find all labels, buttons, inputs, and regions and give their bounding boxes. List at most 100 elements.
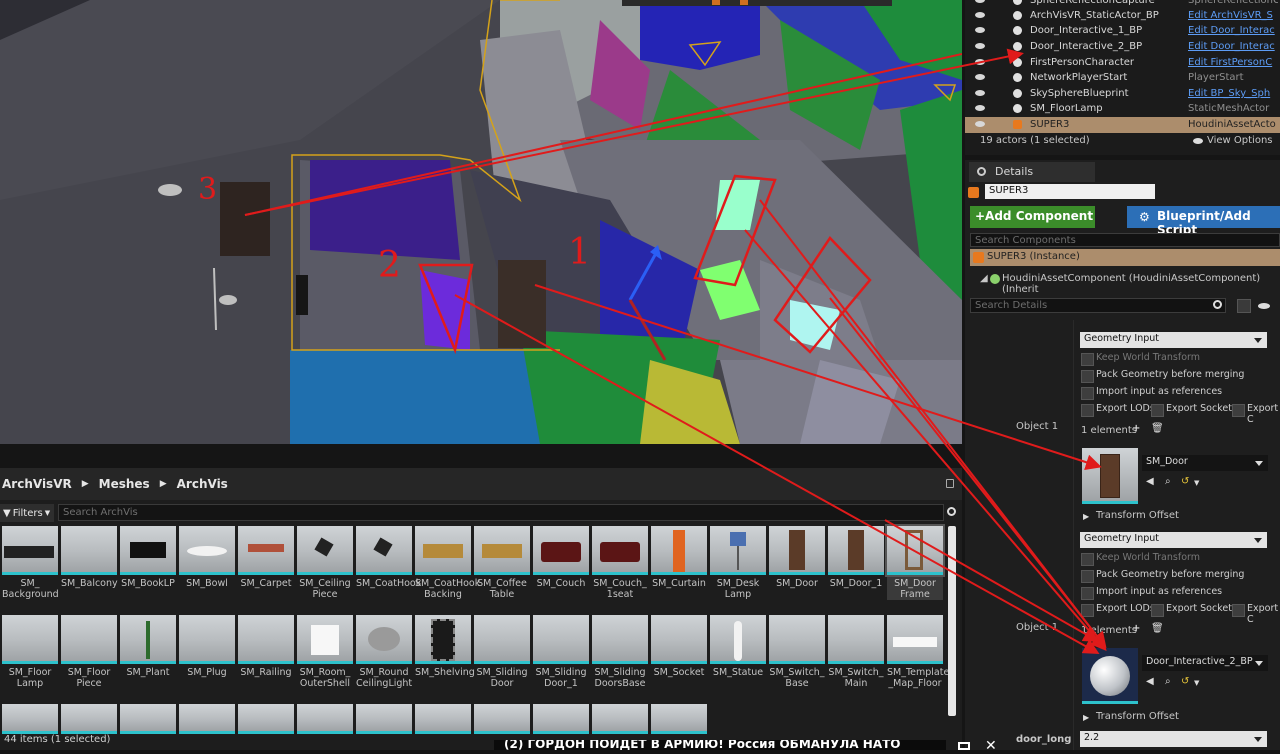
asset-tile[interactable]	[238, 704, 294, 734]
export-collision-checkbox-2[interactable]: Export C	[1231, 603, 1280, 625]
dropdown-arrow-icon[interactable]: ▼	[1194, 679, 1199, 687]
asset-tile[interactable]: SM_Shelving	[415, 615, 475, 678]
asset-tile[interactable]: SM_ Background	[2, 526, 59, 600]
import-refs-checkbox-1[interactable]: Import input as references	[1080, 386, 1222, 400]
export-sockets-checkbox-2[interactable]: Export Sockets	[1150, 603, 1237, 617]
outliner-row[interactable]: ArchVisVR_StaticActor_BP Edit ArchVisVR_S	[965, 8, 1280, 24]
pack-geometry-checkbox-2[interactable]: Pack Geometry before merging	[1080, 569, 1244, 583]
browse-icon[interactable]: ⌕	[1165, 476, 1171, 487]
asset-tile[interactable]: SM_Sliding Door	[474, 615, 530, 689]
back-arrow-icon[interactable]: ◀	[1146, 676, 1154, 687]
asset-tile[interactable]: SM_Floor Lamp	[2, 615, 58, 689]
content-search-input[interactable]: Search ArchVis	[58, 504, 944, 521]
asset-tile[interactable]: SM_Door_1	[828, 526, 884, 589]
asset-tile[interactable]: SM_Balcony	[61, 526, 118, 589]
actor-type[interactable]: Edit Door_Interac	[1188, 23, 1278, 38]
asset-tile[interactable]	[415, 704, 471, 734]
asset-tile[interactable]: SM_Bowl	[179, 526, 235, 589]
asset-tile[interactable]: SM_Socket	[651, 615, 707, 678]
asset-tile[interactable]	[2, 704, 58, 734]
door-long-input[interactable]: 2.2	[1080, 731, 1267, 747]
visibility-eye-icon[interactable]	[975, 59, 985, 65]
outliner-row[interactable]: Door_Interactive_1_BP Edit Door_Interac	[965, 23, 1280, 39]
add-element-icon[interactable]: +	[1132, 623, 1140, 634]
lock-icon[interactable]	[946, 479, 954, 488]
asset-tile[interactable]	[297, 704, 353, 734]
view-options-button[interactable]: View Options	[1207, 135, 1273, 146]
asset-tile[interactable]: SM_CoatHook	[356, 526, 421, 589]
visibility-eye-icon[interactable]	[975, 43, 985, 49]
visibility-eye-icon[interactable]	[975, 105, 985, 111]
asset-tile[interactable]: SM_Round CeilingLight	[356, 615, 412, 689]
asset-tile[interactable]: SM_Door	[769, 526, 825, 589]
crumb-archvis[interactable]: ArchVis	[177, 477, 228, 491]
miniplayer-icon[interactable]	[958, 742, 970, 750]
actor-type[interactable]: Edit Door_Interac	[1188, 39, 1278, 54]
search-icon[interactable]	[1213, 300, 1222, 309]
visibility-eye-icon[interactable]	[975, 27, 985, 33]
expand-arrow-icon[interactable]: ◢	[980, 273, 988, 284]
expand-arrow-icon[interactable]: ▶	[1083, 512, 1089, 521]
asset-tile[interactable]: SM_Room_ OuterShell	[297, 615, 353, 689]
outliner-row[interactable]: NetworkPlayerStart PlayerStart	[965, 70, 1280, 86]
asset-picker-2[interactable]: Door_Interactive_2_BP	[1142, 655, 1268, 671]
export-collision-checkbox-1[interactable]: Export C	[1231, 403, 1280, 425]
eye-icon[interactable]	[1193, 138, 1203, 144]
trash-icon[interactable]: 🗑	[1151, 423, 1164, 434]
asset-tile[interactable]: SM_Curtain	[651, 526, 707, 589]
asset-tile[interactable]: SM_BookLP	[120, 526, 176, 589]
asset-tile[interactable]: SM_Railing	[238, 615, 294, 678]
search-icon[interactable]	[947, 507, 956, 516]
grid-view-icon[interactable]	[1237, 299, 1251, 313]
close-icon[interactable]: ✕	[985, 738, 997, 754]
actor-type[interactable]: Edit ArchVisVR_S	[1188, 8, 1278, 23]
actor-type[interactable]: Edit BP_Sky_Sph	[1188, 86, 1278, 101]
outliner-row[interactable]: SUPER3 HoudiniAssetActo	[965, 117, 1280, 133]
asset-tile[interactable]: SM_Couch	[533, 526, 589, 589]
dropdown-arrow-icon[interactable]: ▼	[1194, 479, 1199, 487]
pack-geometry-checkbox-1[interactable]: Pack Geometry before merging	[1080, 369, 1244, 383]
asset-tile[interactable]: SM_Plant	[120, 615, 176, 678]
export-lods-checkbox-1[interactable]: Export LODs	[1080, 403, 1155, 417]
reset-icon[interactable]: ↺	[1181, 476, 1189, 487]
add-component-button[interactable]: +Add Component	[970, 206, 1095, 228]
asset-tile[interactable]: SM_CoatHook Backing	[415, 526, 480, 600]
blueprint-add-script-button[interactable]: ⚙ Blueprint/Add Script	[1127, 206, 1280, 237]
crumb-meshes[interactable]: Meshes	[99, 477, 150, 491]
outliner-row[interactable]: SkySphereBlueprint Edit BP_Sky_Sph	[965, 86, 1280, 102]
content-scrollbar[interactable]	[948, 526, 956, 716]
asset-tile[interactable]: SM_Floor Piece	[61, 615, 117, 689]
tab-details[interactable]: Details	[969, 162, 1095, 182]
asset-tile[interactable]: SM_Coffee Table	[474, 526, 530, 600]
asset-tile[interactable]: SM_Desk Lamp	[710, 526, 766, 600]
asset-tile[interactable]: SM_Ceiling Piece	[297, 526, 353, 600]
instance-row[interactable]: SUPER3 (Instance)	[970, 249, 1280, 266]
asset-tile[interactable]: SM_Carpet	[238, 526, 294, 589]
expand-arrow-icon[interactable]: ▶	[1083, 713, 1089, 722]
input-type-dropdown-1[interactable]: Geometry Input	[1080, 332, 1267, 348]
back-arrow-icon[interactable]: ◀	[1146, 476, 1154, 487]
asset-tile[interactable]	[120, 704, 176, 734]
keep-world-transform-checkbox-1[interactable]: Keep World Transform	[1080, 352, 1200, 366]
search-details-input[interactable]: Search Details	[970, 298, 1226, 313]
component-row[interactable]: ◢ HoudiniAssetComponent (HoudiniAssetCom…	[970, 271, 1280, 295]
asset-tile[interactable]: SM_Sliding Door_1	[533, 615, 589, 689]
crumb-archvisvr[interactable]: ArchVisVR	[2, 477, 72, 491]
outliner-row[interactable]: FirstPersonCharacter Edit FirstPersonC	[965, 55, 1280, 71]
asset-tile[interactable]: SM_Switch_ Base	[769, 615, 825, 689]
actor-type[interactable]: Edit FirstPersonC	[1188, 55, 1278, 70]
outliner-row[interactable]: Door_Interactive_2_BP Edit Door_Interac	[965, 39, 1280, 55]
asset-thumbnail-sphere[interactable]	[1082, 648, 1138, 704]
visibility-eye-icon[interactable]	[975, 74, 985, 80]
visibility-eye-icon[interactable]	[975, 121, 985, 127]
keep-world-transform-checkbox-2[interactable]: Keep World Transform	[1080, 552, 1200, 566]
reset-icon[interactable]: ↺	[1181, 676, 1189, 687]
import-refs-checkbox-2[interactable]: Import input as references	[1080, 586, 1222, 600]
visibility-eye-icon[interactable]	[975, 90, 985, 96]
visibility-eye-icon[interactable]	[975, 0, 985, 3]
export-sockets-checkbox-1[interactable]: Export Sockets	[1150, 403, 1237, 417]
search-components-input[interactable]: Search Components	[970, 233, 1280, 247]
actor-name-field[interactable]: SUPER3	[985, 184, 1155, 199]
asset-tile[interactable]: SM_Couch_ 1seat	[592, 526, 648, 600]
filters-button[interactable]: ▼ Filters ▼	[0, 504, 54, 522]
